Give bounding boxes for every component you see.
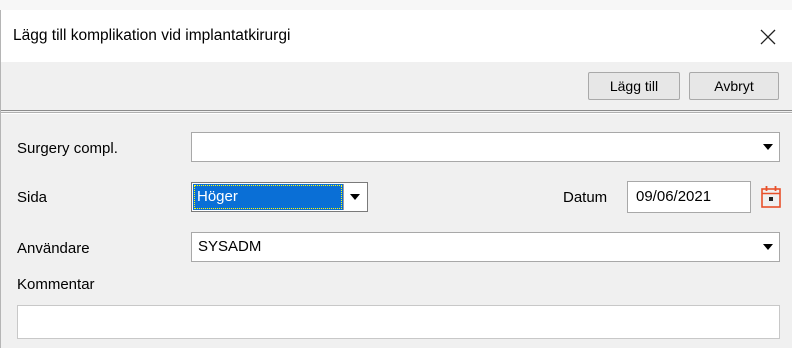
datum-input[interactable]: 09/06/2021 bbox=[627, 181, 751, 213]
sida-selected-value: Höger bbox=[193, 184, 343, 210]
sida-dropdown-button[interactable] bbox=[343, 184, 366, 210]
kommentar-textarea[interactable] bbox=[17, 305, 780, 339]
datum-value: 09/06/2021 bbox=[636, 188, 712, 205]
anvandare-value: SYSADM bbox=[198, 238, 262, 255]
sida-value-text: Höger bbox=[197, 188, 238, 205]
toolbar-separator bbox=[1, 110, 792, 111]
anvandare-dropdown[interactable]: SYSADM bbox=[191, 232, 780, 262]
surgery-compl-label: Surgery compl. bbox=[17, 140, 118, 157]
dropdown-arrow-icon bbox=[763, 144, 773, 150]
dialog-titlebar: Lägg till komplikation vid implantatkiru… bbox=[1, 10, 792, 62]
dropdown-arrow-icon bbox=[350, 194, 360, 200]
anvandare-label: Användare bbox=[17, 240, 90, 257]
close-button[interactable] bbox=[753, 22, 783, 52]
add-complication-dialog: Lägg till komplikation vid implantatkiru… bbox=[0, 10, 792, 348]
complication-form: Surgery compl. Sida Höger Datum 09/06/20… bbox=[1, 118, 792, 348]
dialog-toolbar: Lägg till Avbryt bbox=[1, 62, 792, 112]
sida-dropdown[interactable]: Höger bbox=[191, 182, 368, 212]
dialog-title: Lägg till komplikation vid implantatkiru… bbox=[13, 27, 291, 44]
toolbar-separator-highlight bbox=[1, 113, 792, 114]
cancel-button[interactable]: Avbryt bbox=[689, 72, 779, 100]
close-icon bbox=[760, 29, 776, 45]
add-button[interactable]: Lägg till bbox=[588, 72, 680, 100]
calendar-button[interactable] bbox=[759, 184, 783, 210]
calendar-icon bbox=[761, 186, 781, 208]
surgery-compl-dropdown[interactable] bbox=[191, 132, 780, 162]
sida-label: Sida bbox=[17, 189, 48, 206]
dropdown-arrow-icon bbox=[763, 244, 773, 250]
datum-label: Datum bbox=[563, 189, 608, 206]
kommentar-label: Kommentar bbox=[17, 276, 95, 293]
